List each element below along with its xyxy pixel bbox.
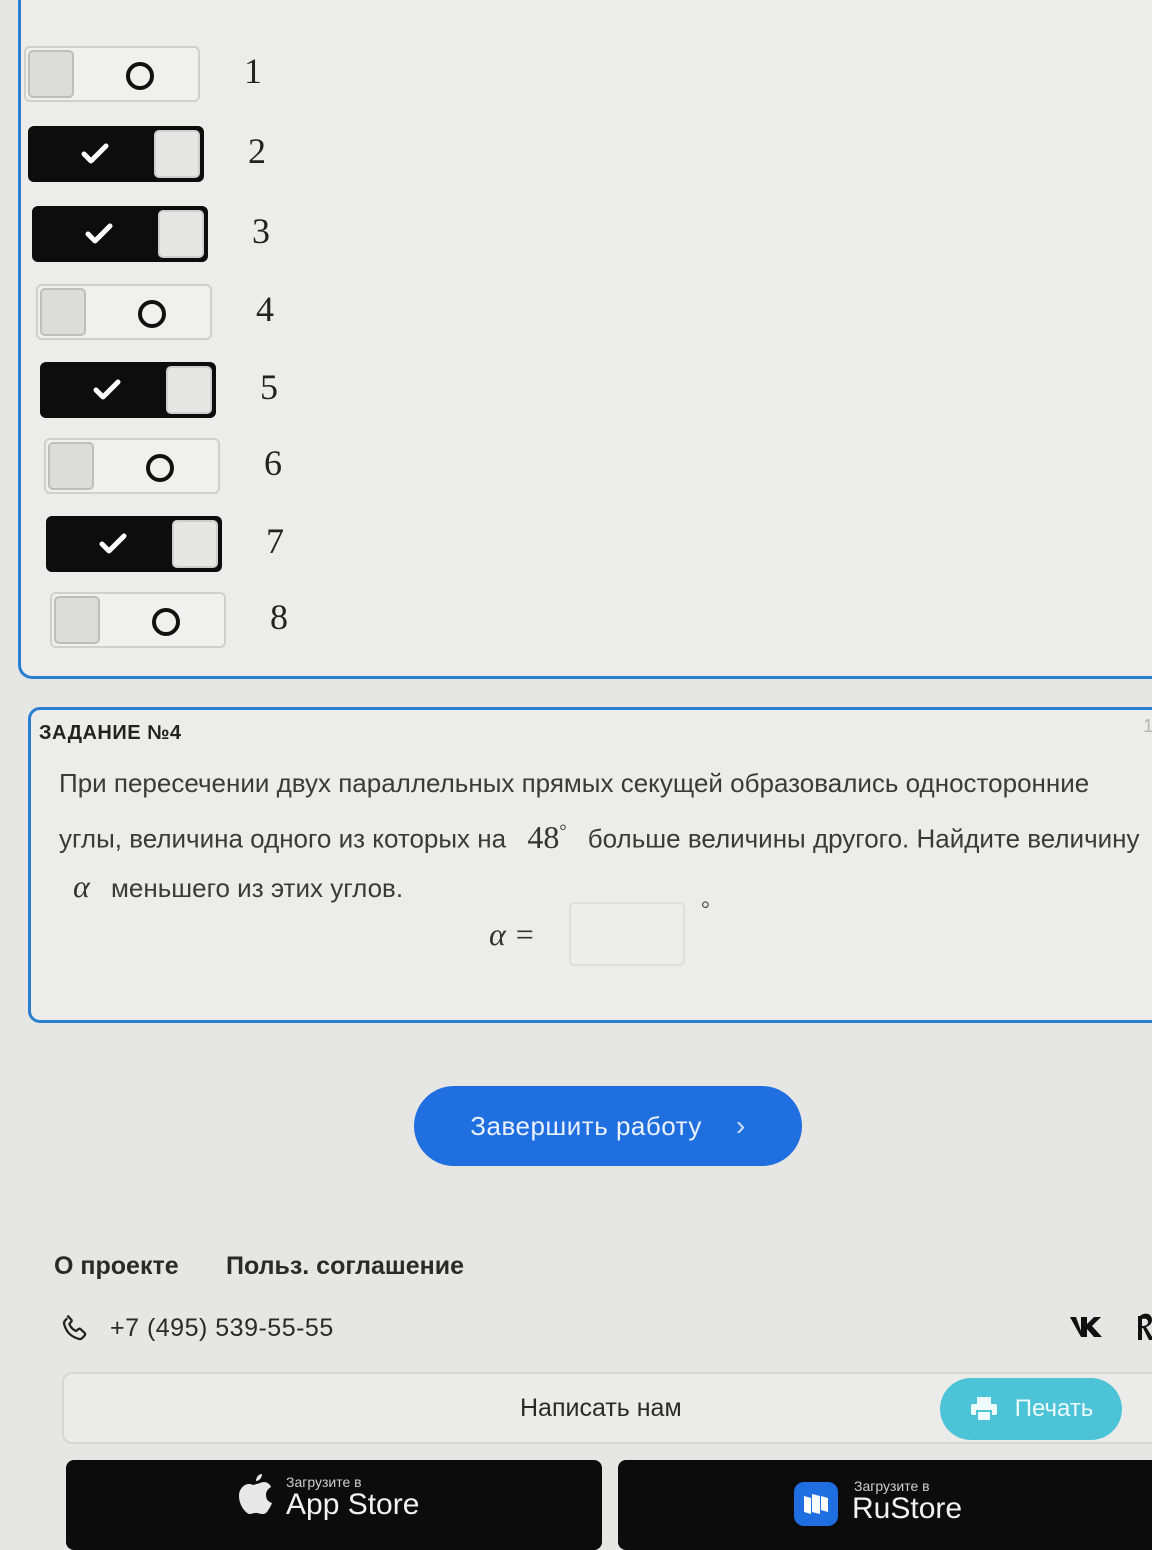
toggle-switch-2[interactable]	[28, 126, 204, 182]
task-text-part2: больше величины другого. Найдите величин…	[587, 823, 1140, 854]
circle-icon	[138, 300, 166, 328]
agreement-link[interactable]: Польз. соглашение	[226, 1252, 464, 1281]
print-button[interactable]: Печать	[940, 1378, 1122, 1440]
task-4-card: ЗАДАНИЕ №4 117 При пересечении двух пара…	[28, 707, 1152, 1023]
toggle-switch-8[interactable]	[50, 592, 226, 648]
toggle-switch-4[interactable]	[36, 284, 212, 340]
rustore-button[interactable]: Загрузите в RuStore	[618, 1460, 1152, 1550]
rustore-icon	[794, 1482, 838, 1526]
circle-icon	[146, 454, 174, 482]
toggle-number: 8	[270, 597, 288, 637]
toggle-switch-7[interactable]	[46, 516, 222, 572]
toggle-knob	[172, 520, 218, 568]
circle-icon	[152, 608, 180, 636]
phone-number: +7 (495) 539-55-55	[110, 1313, 334, 1342]
toggle-knob	[48, 442, 94, 490]
toggle-switch-3[interactable]	[32, 206, 208, 262]
appstore-big-text: App Store	[286, 1488, 420, 1521]
angle-number: 48	[527, 818, 560, 855]
task-id: 117	[1143, 716, 1152, 736]
circle-icon	[126, 62, 154, 90]
vk-logo	[1070, 1317, 1102, 1337]
finish-work-button[interactable]: Завершить работу ›	[414, 1086, 802, 1166]
about-link[interactable]: О проекте	[54, 1252, 179, 1281]
alpha-symbol: α	[73, 867, 90, 904]
toggle-number: 1	[244, 51, 262, 91]
toggle-number: 2	[248, 131, 266, 171]
vk-icon[interactable]	[1068, 1314, 1108, 1348]
toggle-number: 7	[266, 521, 284, 561]
toggle-number: 5	[260, 367, 278, 407]
toggle-knob	[54, 596, 100, 644]
toggle-number: 4	[256, 289, 274, 329]
toggle-knob	[28, 50, 74, 98]
apple-icon	[239, 1474, 272, 1514]
printer-icon	[970, 1397, 997, 1422]
toggle-knob	[166, 366, 212, 414]
rustore-big-text: RuStore	[852, 1492, 963, 1525]
toggle-knob	[154, 130, 200, 178]
task-label: ЗАДАНИЕ №4	[39, 722, 182, 744]
toggle-switch-5[interactable]	[40, 362, 216, 418]
yandex-icon[interactable]	[1138, 1312, 1152, 1350]
phone-icon	[62, 1314, 87, 1341]
toggle-knob	[158, 210, 204, 258]
check-icon	[99, 533, 127, 554]
check-icon	[81, 143, 109, 164]
toggle-number: 6	[264, 443, 282, 483]
finish-work-label: Завершить работу	[470, 1110, 702, 1141]
answer-unit: °	[701, 896, 710, 921]
answer-label: α =	[489, 916, 536, 952]
task-text-part3: меньшего из этих углов.	[111, 872, 404, 903]
write-us-label: Написать нам	[520, 1394, 682, 1422]
check-icon	[93, 379, 121, 400]
toggle-knob	[40, 288, 86, 336]
toggle-number: 3	[252, 211, 270, 251]
yandex-logo	[1138, 1313, 1152, 1340]
print-label: Печать	[1014, 1395, 1094, 1422]
toggle-switch-6[interactable]	[44, 438, 220, 494]
toggle-switch-1[interactable]	[24, 46, 200, 102]
check-icon	[85, 223, 113, 244]
angle-value: 48°	[513, 819, 580, 855]
phone-link[interactable]: +7 (495) 539-55-55	[58, 1310, 334, 1346]
app-store-button[interactable]: Загрузите в App Store	[66, 1460, 602, 1550]
task-text: При пересечении двух параллельных прямых…	[59, 760, 1149, 912]
answer-input[interactable]	[569, 902, 685, 966]
chevron-right-icon: ›	[735, 1110, 746, 1141]
angle-degree: °	[559, 820, 567, 840]
